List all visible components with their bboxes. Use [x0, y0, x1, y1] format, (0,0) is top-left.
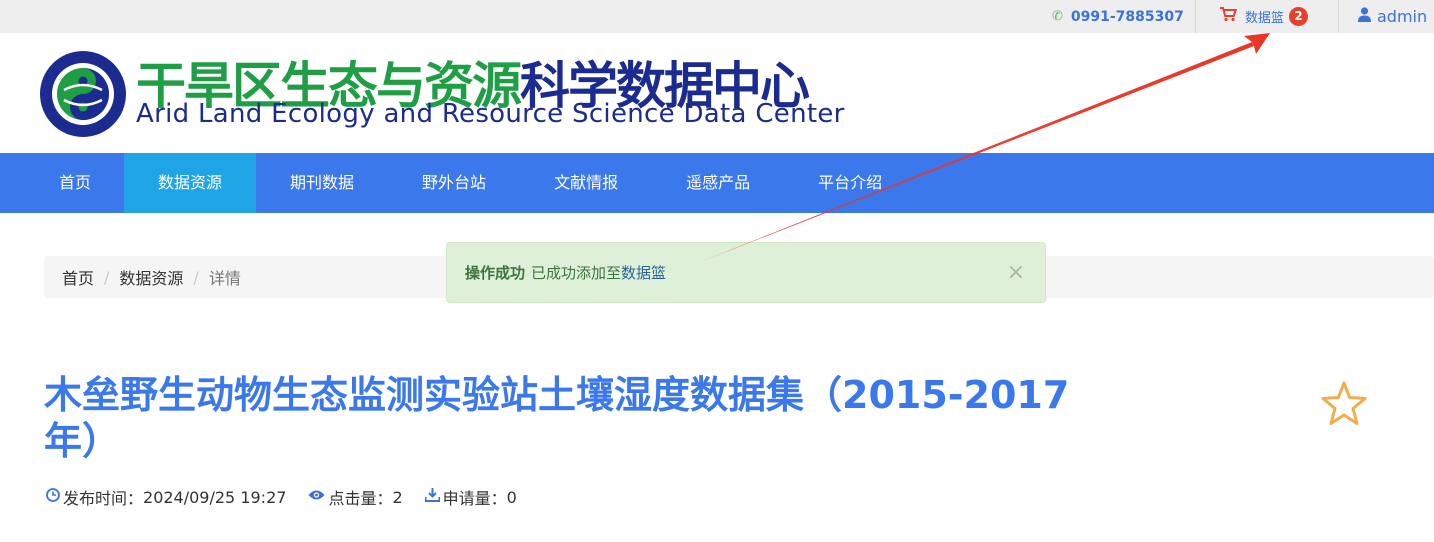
requests-label: 申请量：: [442, 489, 507, 508]
username: admin: [1377, 7, 1428, 26]
dataset-meta: 发布时间： 2024/09/25 19:27 点击量： 2 申请量： 0: [46, 485, 539, 509]
publish-time-label: 发布时间：: [63, 489, 144, 508]
breadcrumb-current: 详情: [208, 269, 241, 288]
user-menu[interactable]: admin: [1358, 0, 1427, 33]
dataset-title: 木垒野生动物生态监测实验站土壤湿度数据集（2015-2017年）: [44, 373, 1070, 463]
publish-time-value: 2024/09/25 19:27: [143, 487, 287, 507]
requests-value: 0: [506, 487, 517, 507]
nav-item-data-resources[interactable]: 数据资源: [124, 153, 257, 213]
close-icon[interactable]: ×: [1007, 260, 1025, 285]
cart-label: 数据篮: [1245, 11, 1285, 26]
nav-item-field-stations[interactable]: 野外台站: [388, 153, 520, 213]
main-nav: 首页 数据资源 期刊数据 野外台站 文献情报 遥感产品 平台介绍: [0, 153, 1434, 213]
alert-cart-link[interactable]: 数据篮: [621, 262, 666, 283]
nav-item-home[interactable]: 首页: [0, 153, 124, 213]
cart-count-badge: 2: [1289, 7, 1309, 26]
site-logo[interactable]: [38, 50, 128, 138]
phone-number: 0991-7885307: [1070, 8, 1184, 25]
cart-icon: [1220, 7, 1238, 26]
nav-item-remote-sensing[interactable]: 遥感产品: [652, 153, 784, 213]
alert-message: 已成功添加至: [531, 264, 622, 282]
views-group: 点击量： 2: [308, 485, 403, 509]
cart-link[interactable]: 数据篮 2: [1220, 0, 1309, 33]
nav-item-about[interactable]: 平台介绍: [784, 153, 916, 213]
success-alert: 操作成功 已成功添加至 数据篮 ×: [446, 242, 1046, 303]
views-label: 点击量：: [328, 489, 393, 508]
site-title-en: Arid Land Ecology and Resource Science D…: [136, 99, 845, 129]
user-icon: [1358, 7, 1371, 26]
breadcrumb-home[interactable]: 首页: [62, 265, 94, 289]
star-icon[interactable]: [1320, 380, 1368, 428]
nav-item-journal-data[interactable]: 期刊数据: [256, 153, 388, 213]
alert-title: 操作成功: [465, 264, 526, 282]
publish-time-group: 发布时间： 2024/09/25 19:27: [46, 485, 286, 509]
divider: [1195, 0, 1196, 33]
views-value: 2: [392, 487, 403, 507]
divider: [1338, 0, 1339, 33]
eye-icon: [308, 489, 325, 505]
breadcrumb-data-resources[interactable]: 数据资源: [119, 265, 183, 289]
phone-contact: ✆ 0991-7885307: [1052, 0, 1184, 33]
clock-icon: [46, 488, 60, 506]
nav-item-literature[interactable]: 文献情报: [520, 153, 652, 213]
top-bar: ✆ 0991-7885307 数据篮 2 admin: [0, 0, 1434, 33]
download-icon: [424, 488, 441, 506]
breadcrumb-separator: /: [104, 267, 110, 287]
breadcrumb-separator: /: [193, 267, 199, 287]
requests-group: 申请量： 0: [424, 485, 517, 509]
phone-icon: ✆: [1052, 9, 1063, 24]
